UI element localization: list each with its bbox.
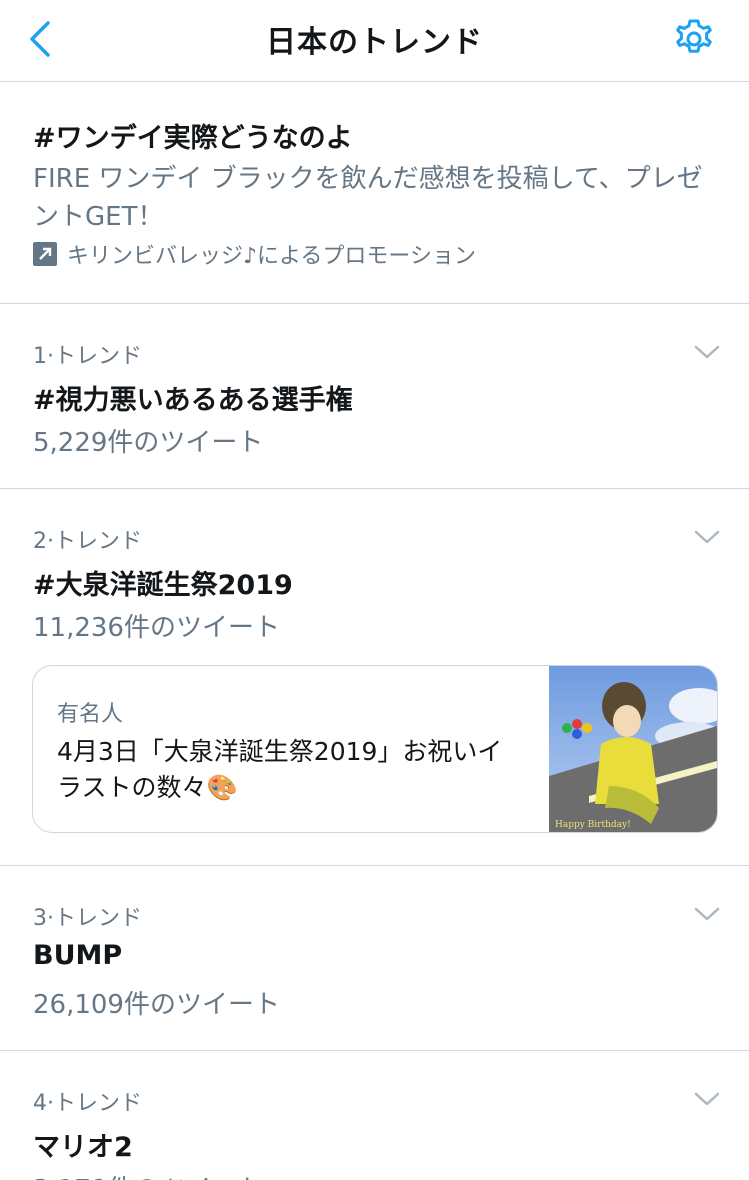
moment-headline: 4月3日「大泉洋誕生祭2019」お祝いイラストの数々🎨: [57, 737, 503, 802]
trend-name: BUMP: [33, 940, 123, 971]
promoted-arrow-icon: [33, 242, 57, 266]
promoted-by: キリンビバレッジ♪によるプロモーション: [33, 238, 476, 270]
chevron-down-icon[interactable]: [693, 342, 721, 362]
trend-item[interactable]: 3·トレンド BUMP 26,109件のツイート: [0, 866, 749, 1051]
nav-header: 日本のトレンド: [0, 0, 749, 82]
trend-name: #視力悪いあるある選手権: [33, 385, 353, 416]
settings-button[interactable]: [669, 14, 719, 64]
moment-category: 有名人: [57, 702, 124, 727]
trend-rank: 2·トレンド: [33, 529, 142, 554]
page-title: 日本のトレンド: [266, 25, 483, 60]
trend-name: マリオ2: [33, 1132, 133, 1163]
promoted-trend-title: #ワンデイ実際どうなのよ: [33, 123, 353, 154]
trend-tweet-count: 26,109件のツイート: [33, 990, 280, 1020]
promoted-trend[interactable]: #ワンデイ実際どうなのよ FIRE ワンデイ ブラックを飲んだ感想を投稿して、プ…: [0, 82, 749, 304]
gear-icon: [676, 19, 712, 53]
trend-tweet-count: 3,179件のツイート: [33, 1169, 263, 1180]
chevron-down-icon[interactable]: [693, 1089, 721, 1109]
trend-rank: 1·トレンド: [33, 344, 142, 369]
chevron-down-icon[interactable]: [693, 904, 721, 924]
trend-tweet-count: 5,229件のツイート: [33, 428, 264, 458]
trend-rank: 3·トレンド: [33, 906, 142, 931]
trend-name: #大泉洋誕生祭2019: [33, 570, 293, 601]
trend-rank: 4·トレンド: [33, 1091, 142, 1116]
moment-card[interactable]: 有名人 4月3日「大泉洋誕生祭2019」お祝いイラストの数々🎨 Happy Bi…: [32, 665, 718, 833]
trend-tweet-count: 11,236件のツイート: [33, 613, 280, 643]
trend-item[interactable]: 2·トレンド #大泉洋誕生祭2019 11,236件のツイート 有名人 4月3日…: [0, 489, 749, 866]
chevron-down-icon[interactable]: [693, 527, 721, 547]
promoted-trend-description: FIRE ワンデイ ブラックを飲んだ感想を投稿して、プレゼントGET！: [33, 164, 703, 232]
moment-thumbnail: Happy Birthday!: [549, 666, 717, 832]
trend-item[interactable]: 1·トレンド #視力悪いあるある選手権 5,229件のツイート: [0, 304, 749, 489]
promoted-by-label: キリンビバレッジ♪によるプロモーション: [67, 244, 476, 269]
trend-item[interactable]: 4·トレンド マリオ2 3,179件のツイート: [0, 1051, 749, 1180]
thumbnail-caption: Happy Birthday!: [555, 820, 631, 830]
